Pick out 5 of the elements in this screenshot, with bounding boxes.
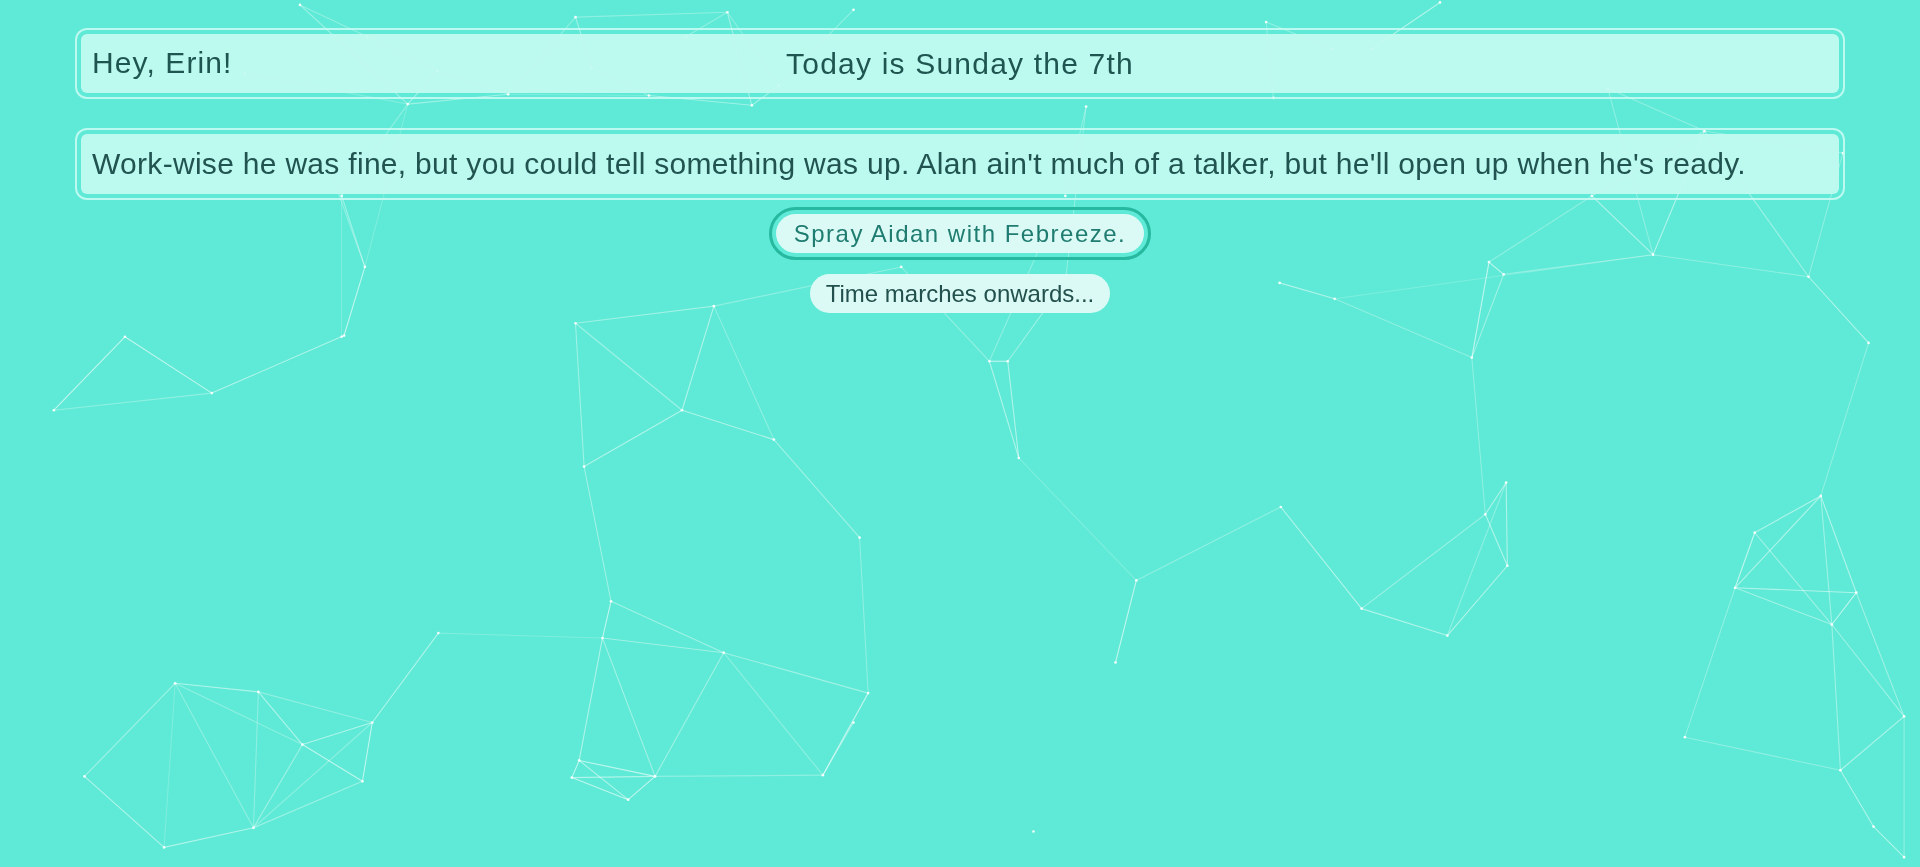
choice-button[interactable]: Spray Aidan with Febreeze. bbox=[768, 207, 1152, 260]
greeting-text: Hey, Erin! bbox=[91, 45, 233, 81]
choice-button[interactable]: Time marches onwards... bbox=[809, 274, 1111, 313]
date-text: Today is Sunday the 7th bbox=[786, 45, 1134, 82]
message-text: Work-wise he was fine, but you could tell something was up. Alan ain't much of a talker, but he'll open up when he's ready. bbox=[91, 146, 1747, 182]
